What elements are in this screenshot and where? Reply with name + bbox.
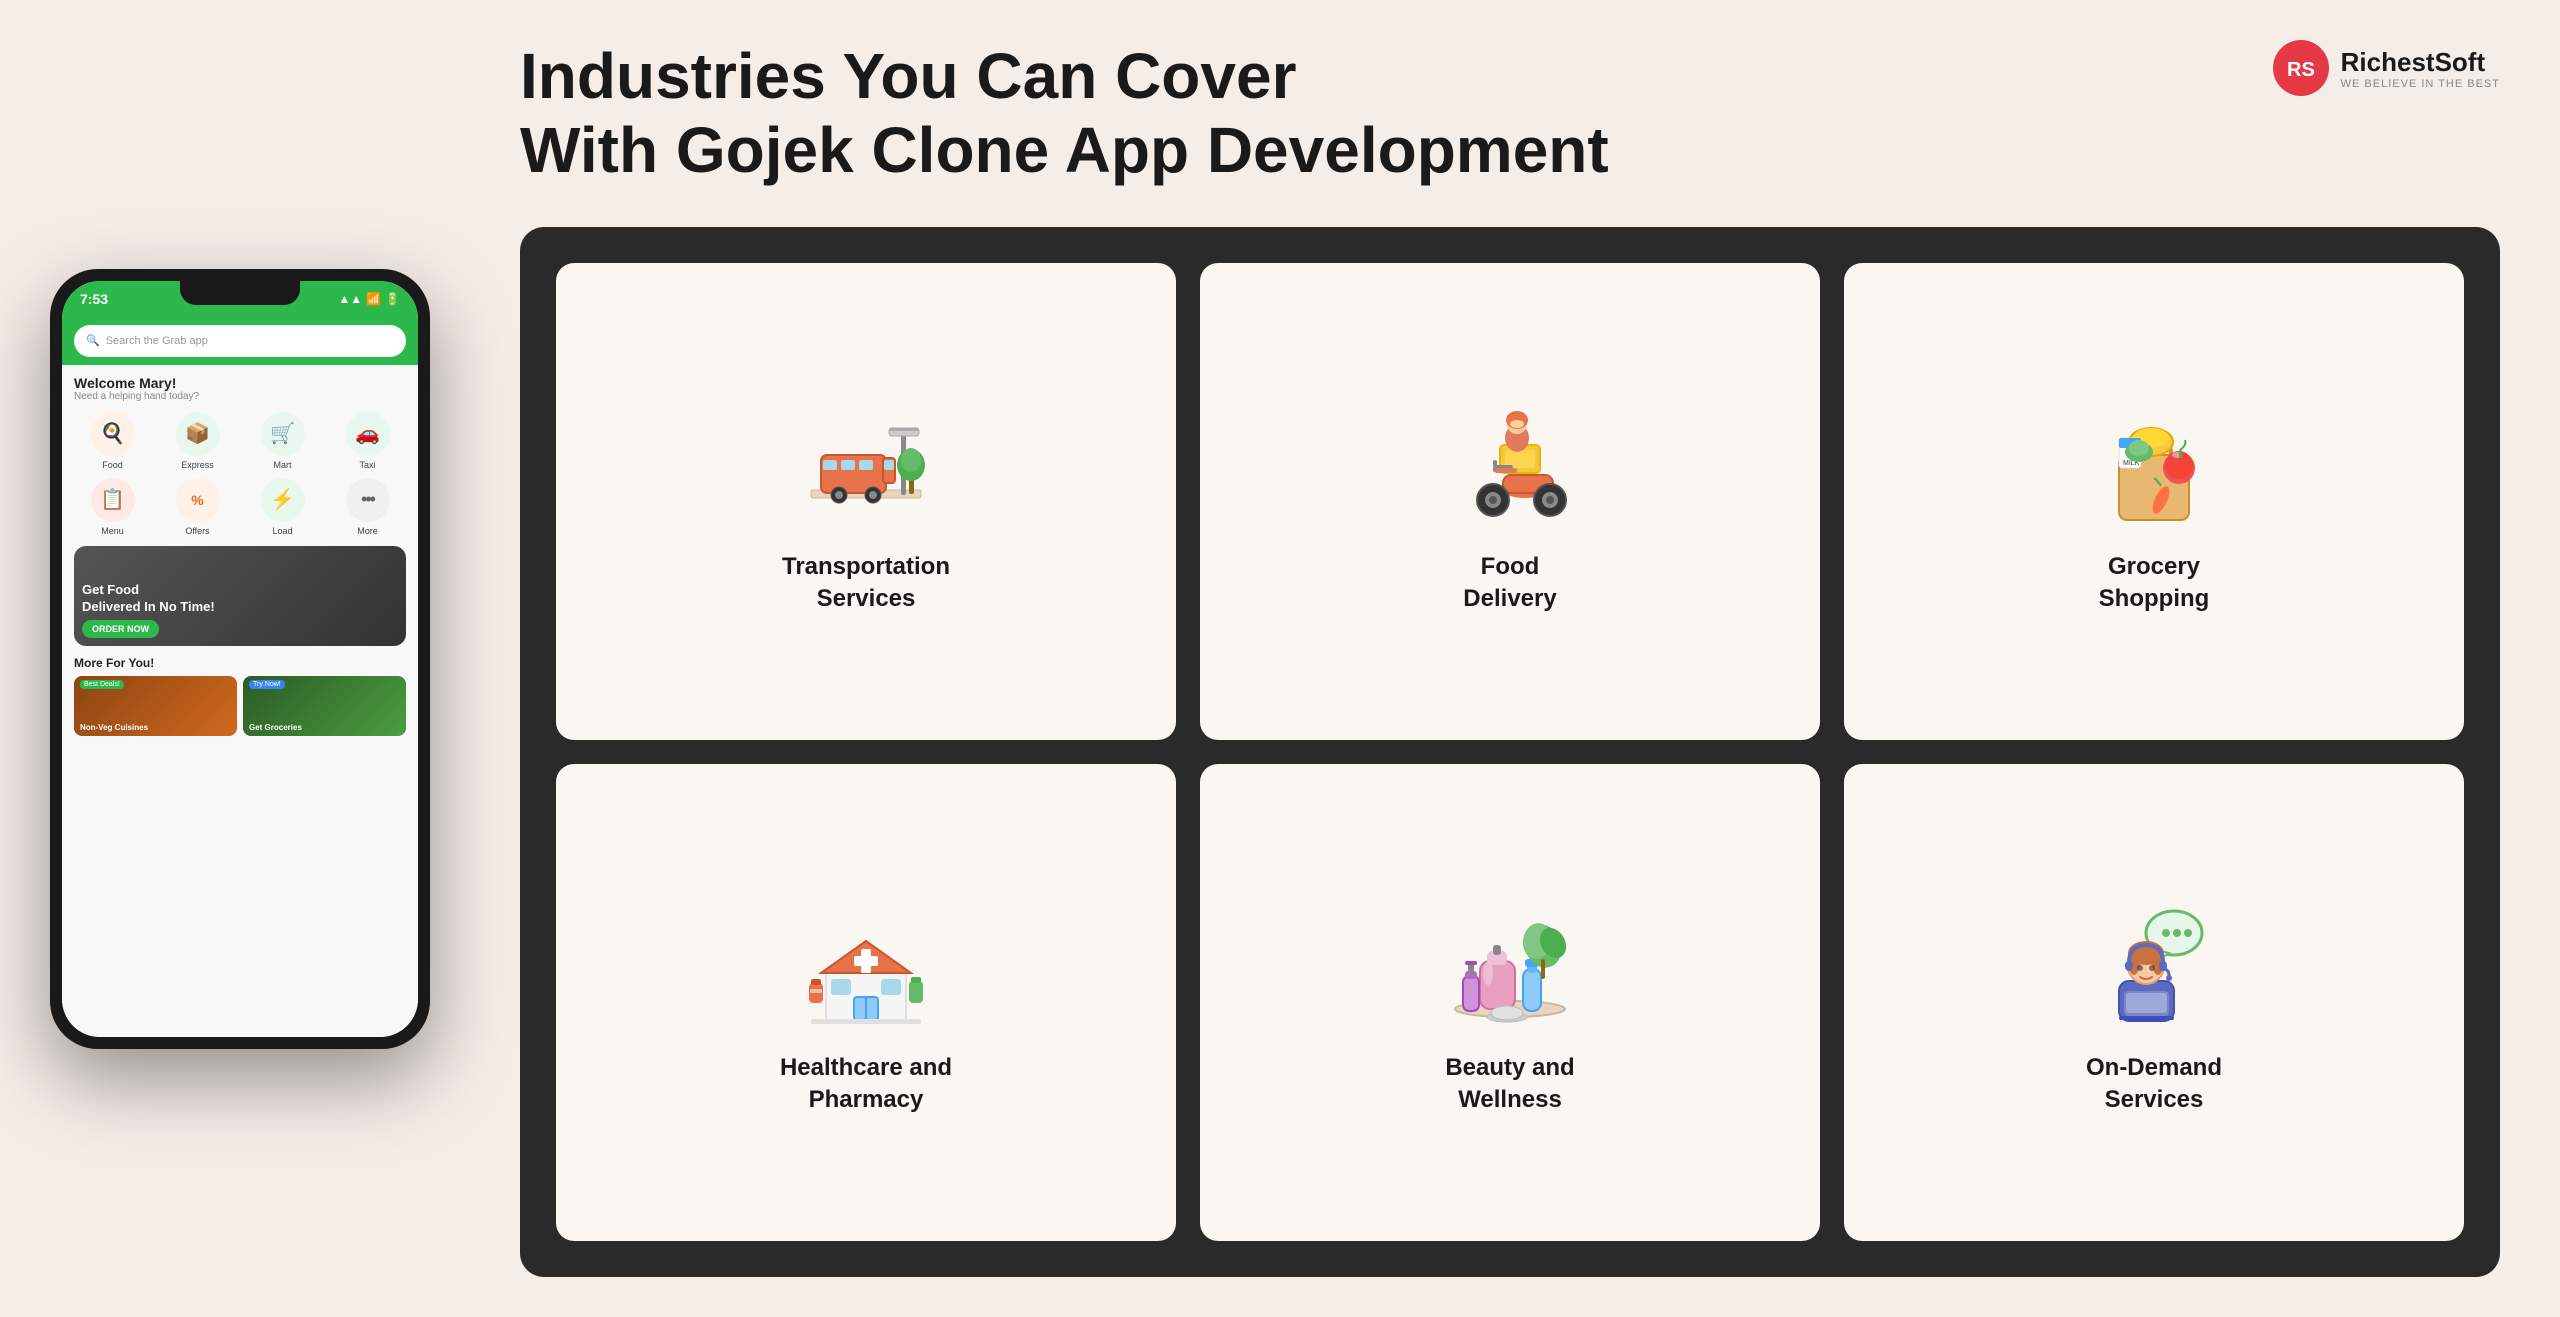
brand-text: RichestSoft WE BELIEVE IN THE BEST [2341, 47, 2500, 90]
search-bar-container: 🔍 Search the Grab app [62, 317, 418, 365]
healthcare-icon-area [796, 896, 936, 1036]
more-grid: Best Deals! Non-Veg Cuisines Try Now! Ge… [74, 676, 406, 736]
title-line2: With Gojek Clone App Development [520, 114, 1609, 186]
menu-icon-circle: 📋 [91, 478, 135, 522]
header-row: Industries You Can Cover With Gojek Clon… [520, 40, 2500, 187]
app-item-load[interactable]: ⚡ Load [244, 478, 321, 536]
load-icon-circle: ⚡ [261, 478, 305, 522]
app-item-menu[interactable]: 📋 Menu [74, 478, 151, 536]
phone-time: 7:53 [80, 291, 108, 307]
phone-content: Welcome Mary! Need a helping hand today?… [62, 365, 418, 1037]
content-section: Industries You Can Cover With Gojek Clon… [480, 0, 2560, 1317]
brand-logo: RS RichestSoft WE BELIEVE IN THE BEST [2273, 40, 2500, 96]
app-item-food[interactable]: 🍳 Food [74, 412, 151, 470]
cards-container: TransportationServices [520, 227, 2500, 1277]
app-item-offers[interactable]: % Offers [159, 478, 236, 536]
offers-icon-circle: % [176, 478, 220, 522]
grocery-label: GroceryShopping [2099, 551, 2210, 613]
nonveg-label: Non-Veg Cuisines [80, 723, 148, 732]
app-label-express: Express [181, 460, 214, 470]
grocery-icon-area: MILK [2084, 395, 2224, 535]
phone-notch [180, 281, 300, 305]
brand-icon: RS [2273, 40, 2329, 96]
card-transportation[interactable]: TransportationServices [556, 263, 1176, 740]
app-grid: 🍳 Food 📦 Express 🛒 Mart 🚗 Taxi [74, 412, 406, 536]
wifi-icon: 📶 [366, 292, 381, 306]
card-beauty[interactable]: Beauty andWellness [1200, 764, 1820, 1241]
welcome-title: Welcome Mary! [74, 375, 406, 391]
beauty-label: Beauty andWellness [1445, 1052, 1574, 1114]
ondemand-icon-area [2084, 896, 2224, 1036]
phone-screen: 7:53 ▲▲ 📶 🔋 🔍 Search the Grab app Welcom… [62, 281, 418, 1037]
card-healthcare[interactable]: Healthcare andPharmacy [556, 764, 1176, 1241]
brand-name: RichestSoft [2341, 47, 2500, 78]
app-label-food: Food [102, 460, 123, 470]
more-icon-circle: ••• [346, 478, 390, 522]
more-item-groceries[interactable]: Try Now! Get Groceries [243, 676, 406, 736]
search-inner[interactable]: 🔍 Search the Grab app [74, 325, 406, 357]
groceries-label: Get Groceries [249, 723, 302, 732]
promo-text: Get FoodDelivered In No Time! [82, 582, 215, 616]
grocery-svg: MILK [2089, 400, 2219, 530]
taxi-icon-circle: 🚗 [346, 412, 390, 456]
title-line1: Industries You Can Cover [520, 40, 1296, 112]
more-item-nonveg[interactable]: Best Deals! Non-Veg Cuisines [74, 676, 237, 736]
more-section-title: More For You! [74, 656, 406, 670]
phone-outer: 7:53 ▲▲ 📶 🔋 🔍 Search the Grab app Welcom… [50, 269, 430, 1049]
card-grocery[interactable]: MILK GroceryShopping [1844, 263, 2464, 740]
main-title: Industries You Can Cover With Gojek Clon… [520, 40, 1609, 187]
phone-section: 7:53 ▲▲ 📶 🔋 🔍 Search the Grab app Welcom… [0, 0, 480, 1317]
app-label-more: More [357, 526, 378, 536]
app-item-taxi[interactable]: 🚗 Taxi [329, 412, 406, 470]
transportation-icon-area [796, 395, 936, 535]
food-delivery-icon-area [1440, 395, 1580, 535]
signal-icon: ▲▲ [338, 292, 362, 306]
transportation-label: TransportationServices [782, 551, 950, 613]
app-label-offers: Offers [185, 526, 209, 536]
search-icon: 🔍 [86, 334, 100, 347]
try-now-badge: Try Now! [249, 680, 285, 689]
healthcare-label: Healthcare andPharmacy [780, 1052, 952, 1114]
express-icon-circle: 📦 [176, 412, 220, 456]
healthcare-svg [801, 901, 931, 1031]
promo-content: Get FoodDelivered In No Time! ORDER NOW [82, 582, 215, 638]
beauty-svg [1445, 901, 1575, 1031]
phone-status-icons: ▲▲ 📶 🔋 [338, 292, 400, 306]
card-food-delivery[interactable]: FoodDelivery [1200, 263, 1820, 740]
food-delivery-label: FoodDelivery [1463, 551, 1556, 613]
app-label-menu: Menu [101, 526, 124, 536]
svg-text:RS: RS [2287, 59, 2315, 81]
app-item-more[interactable]: ••• More [329, 478, 406, 536]
brand-svg-icon: RS [2283, 50, 2319, 86]
card-ondemand[interactable]: On-DemandServices [1844, 764, 2464, 1241]
app-item-express[interactable]: 📦 Express [159, 412, 236, 470]
order-now-button[interactable]: ORDER NOW [82, 620, 159, 638]
food-delivery-svg [1445, 400, 1575, 530]
food-icon-circle: 🍳 [91, 412, 135, 456]
app-item-mart[interactable]: 🛒 Mart [244, 412, 321, 470]
mart-icon-circle: 🛒 [261, 412, 305, 456]
promo-banner: Get FoodDelivered In No Time! ORDER NOW [74, 546, 406, 646]
app-label-taxi: Taxi [359, 460, 375, 470]
welcome-subtitle: Need a helping hand today? [74, 391, 406, 402]
best-deals-badge: Best Deals! [80, 680, 124, 689]
search-placeholder: Search the Grab app [106, 335, 208, 347]
app-label-mart: Mart [274, 460, 292, 470]
transportation-svg [801, 400, 931, 530]
ondemand-label: On-DemandServices [2086, 1052, 2222, 1114]
ondemand-svg [2089, 901, 2219, 1031]
app-label-load: Load [272, 526, 292, 536]
battery-icon: 🔋 [385, 292, 400, 306]
beauty-icon-area [1440, 896, 1580, 1036]
brand-tagline: WE BELIEVE IN THE BEST [2341, 78, 2500, 90]
